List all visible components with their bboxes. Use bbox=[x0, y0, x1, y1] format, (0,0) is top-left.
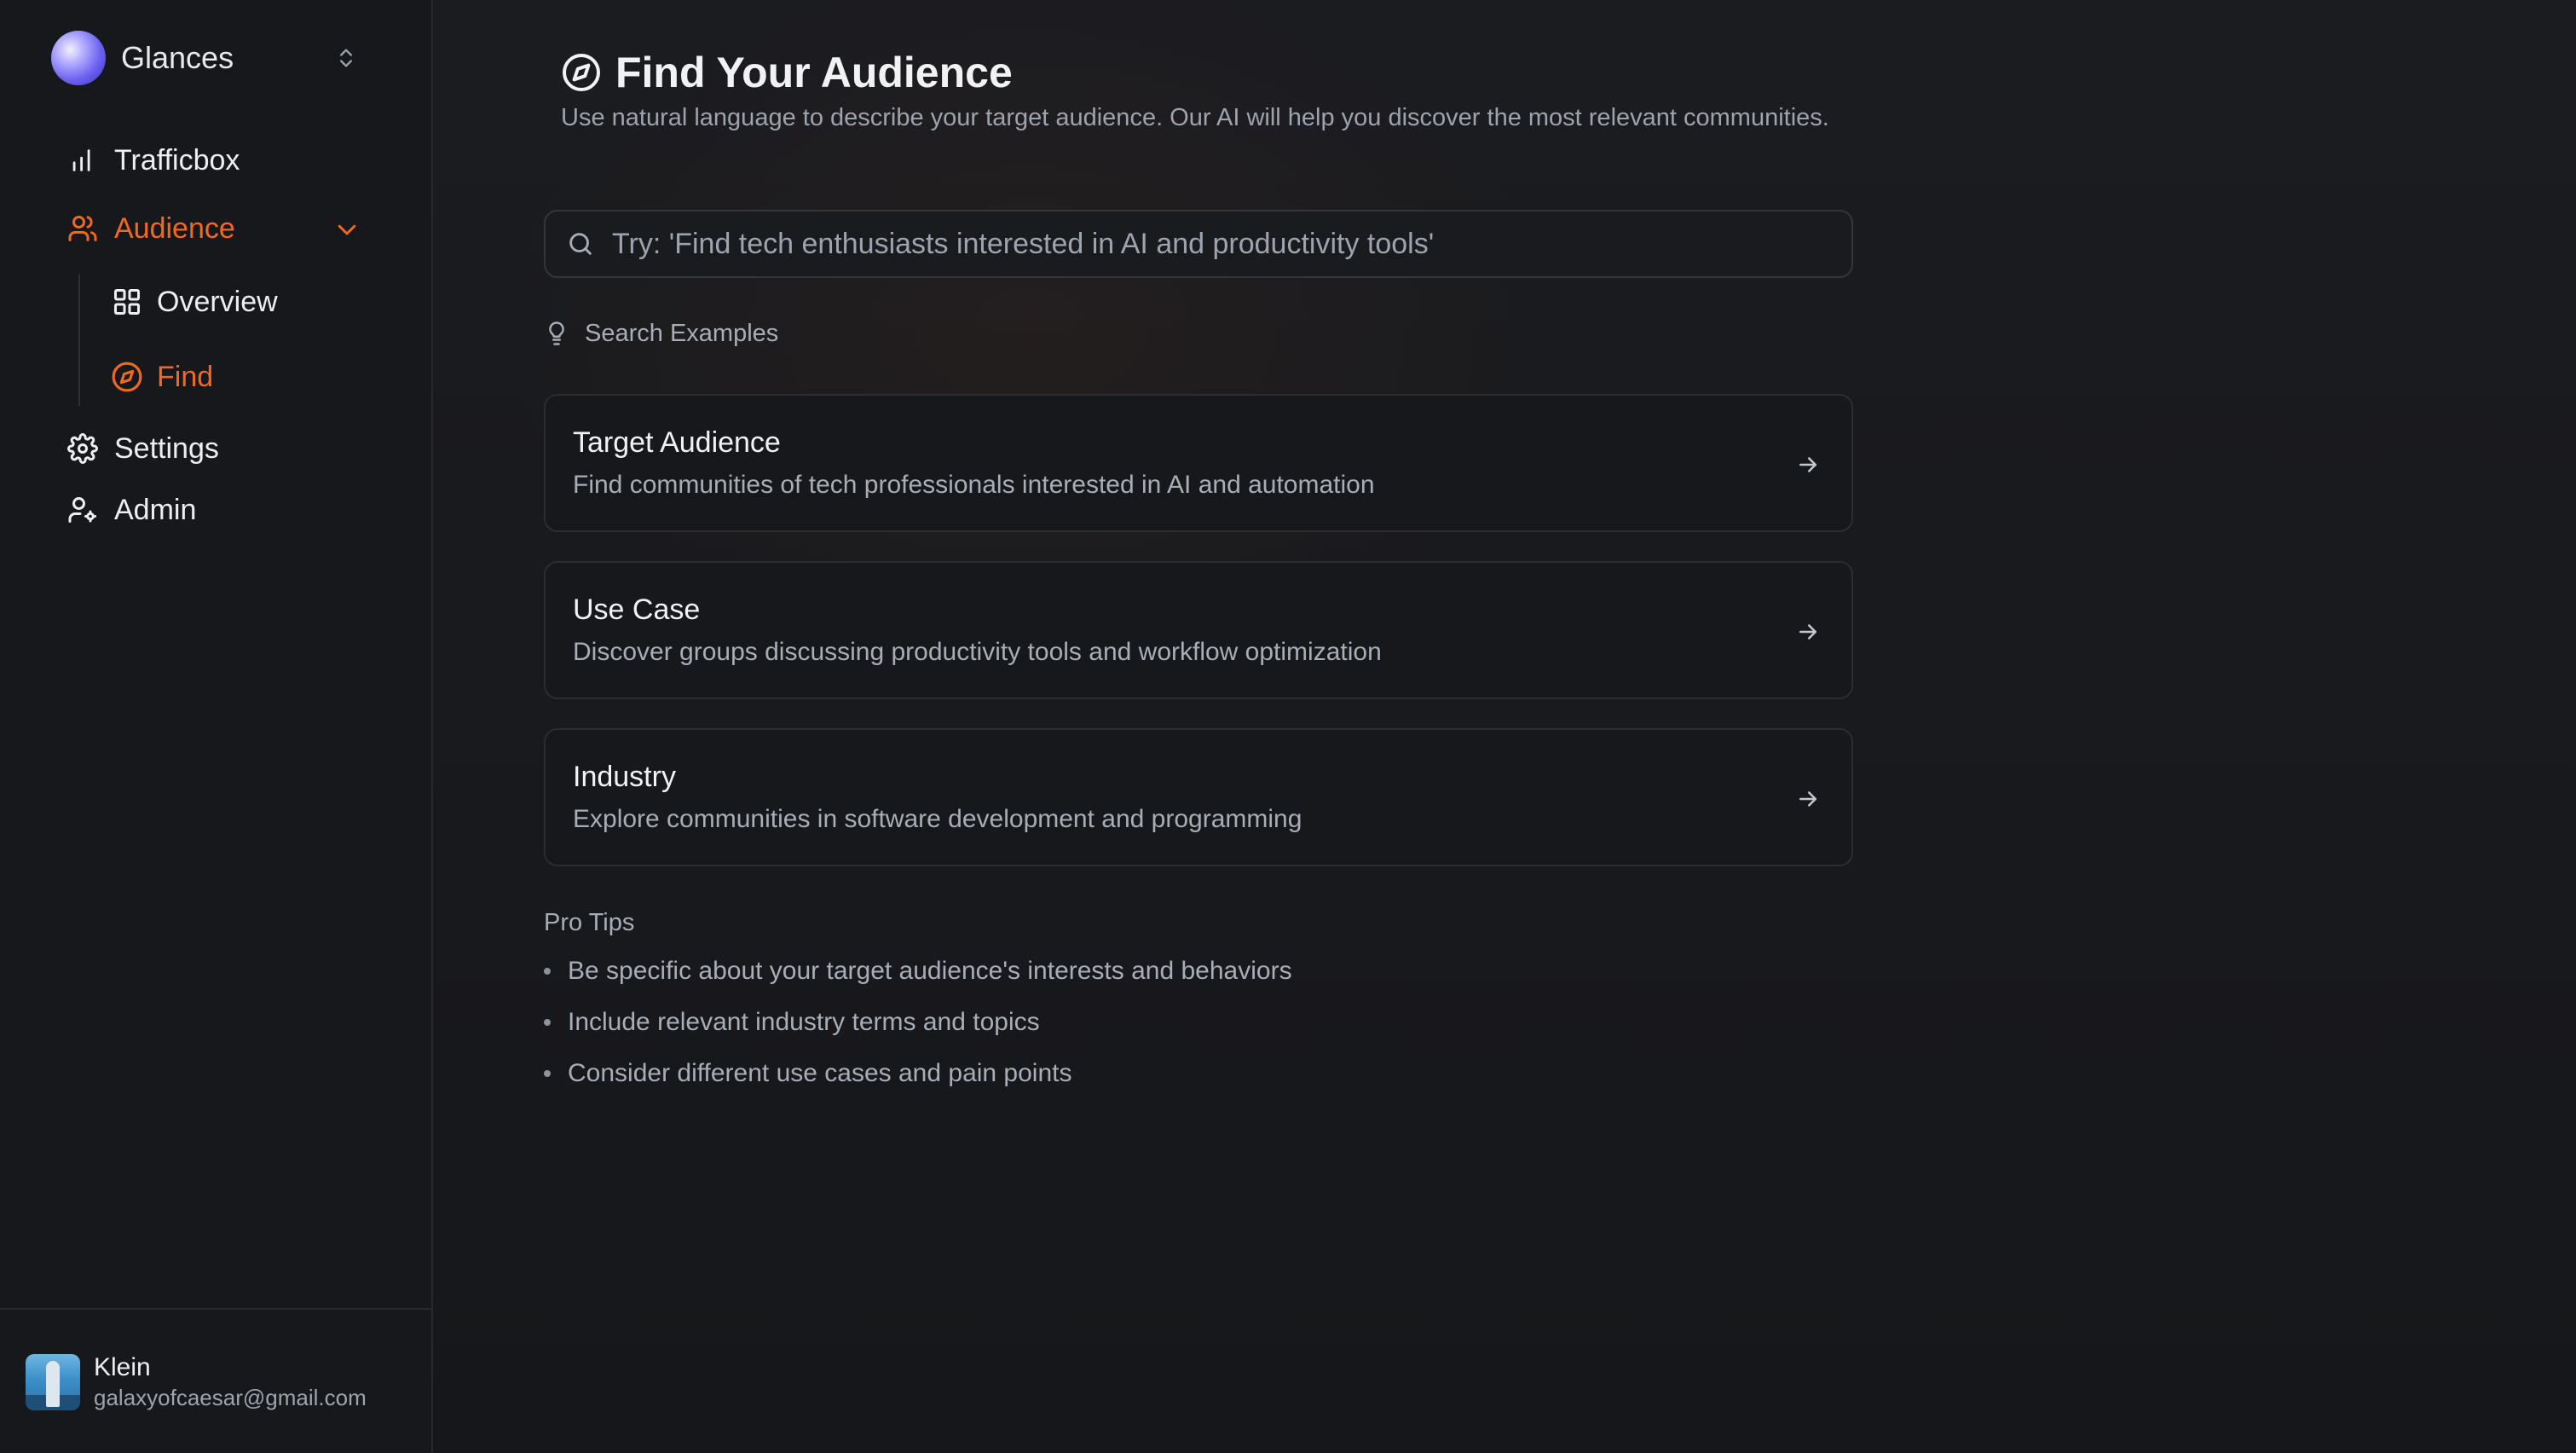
bullet bbox=[544, 968, 551, 975]
example-card-target-audience[interactable]: Target Audience Find communities of tech… bbox=[544, 394, 1853, 532]
example-card-industry[interactable]: Industry Explore communities in software… bbox=[544, 728, 1853, 866]
bullet bbox=[544, 1070, 551, 1077]
arrow-right-icon bbox=[1799, 791, 1816, 807]
submenu-guide-line bbox=[78, 275, 80, 406]
sidebar-item-label: Overview bbox=[157, 285, 278, 318]
sidebar-item-trafficbox[interactable]: Trafficbox bbox=[66, 140, 240, 181]
sidebar-item-admin[interactable]: Admin bbox=[66, 489, 196, 530]
card-description: Find communities of tech professionals i… bbox=[573, 471, 1375, 499]
card-title: Industry bbox=[573, 761, 676, 793]
user-email: galaxyofcaesar@gmail.com bbox=[94, 1385, 367, 1410]
card-title: Use Case bbox=[573, 593, 701, 626]
arrow-right-icon bbox=[1799, 457, 1816, 472]
sidebar-item-label: Find bbox=[157, 360, 214, 393]
tip-text: Consider different use cases and pain po… bbox=[568, 1059, 1072, 1087]
bar-chart-icon bbox=[66, 144, 99, 177]
user-name: Klein bbox=[94, 1353, 151, 1381]
sidebar-item-label: Admin bbox=[114, 493, 197, 526]
bullet bbox=[544, 1019, 551, 1026]
avatar bbox=[26, 1354, 80, 1410]
gear-icon bbox=[66, 432, 99, 465]
chevron-up-down-icon[interactable] bbox=[334, 46, 358, 70]
page-subtitle: Use natural language to describe your ta… bbox=[561, 104, 1829, 131]
users-icon bbox=[66, 212, 99, 245]
sidebar-item-label: Trafficbox bbox=[114, 143, 240, 177]
user-profile[interactable]: Klein galaxyofcaesar@gmail.com bbox=[26, 1352, 367, 1412]
tip-text: Be specific about your target audience's… bbox=[568, 957, 1292, 985]
sidebar-item-label: Audience bbox=[114, 211, 235, 245]
list-item: Consider different use cases and pain po… bbox=[544, 1059, 1072, 1088]
sidebar-item-overview[interactable]: Overview bbox=[111, 281, 278, 322]
sidebar-item-settings[interactable]: Settings bbox=[66, 428, 219, 469]
sidebar-item-audience[interactable]: Audience bbox=[66, 208, 360, 249]
user-cog-icon bbox=[66, 494, 99, 526]
card-description: Explore communities in software developm… bbox=[573, 805, 1302, 833]
workspace-switcher[interactable]: Glances bbox=[51, 31, 358, 85]
compass-icon bbox=[111, 361, 143, 393]
chevron-down-icon[interactable] bbox=[334, 217, 360, 242]
example-card-use-case[interactable]: Use Case Discover groups discussing prod… bbox=[544, 561, 1853, 699]
app-window: Glances Trafficbox Audience Overview Fin… bbox=[0, 0, 2576, 1453]
search-box[interactable] bbox=[544, 210, 1853, 278]
card-title: Target Audience bbox=[573, 426, 781, 459]
main-content: Find Your Audience Use natural language … bbox=[433, 0, 2576, 1453]
page-title: Find Your Audience bbox=[615, 49, 1013, 96]
sidebar: Glances Trafficbox Audience Overview Fin… bbox=[0, 0, 433, 1453]
workspace-name: Glances bbox=[121, 40, 234, 75]
sidebar-item-label: Settings bbox=[114, 431, 219, 465]
grid-icon bbox=[111, 286, 143, 318]
lightbulb-icon bbox=[549, 321, 564, 345]
workspace-logo bbox=[51, 31, 106, 85]
compass-icon bbox=[563, 54, 600, 91]
card-description: Discover groups discussing productivity … bbox=[573, 638, 1382, 666]
pro-tips-title: Pro Tips bbox=[544, 909, 635, 936]
list-item: Include relevant industry terms and topi… bbox=[544, 1008, 1040, 1037]
arrow-right-icon bbox=[1799, 624, 1816, 640]
list-item: Be specific about your target audience's… bbox=[544, 957, 1292, 986]
sidebar-item-find[interactable]: Find bbox=[111, 356, 213, 397]
tip-text: Include relevant industry terms and topi… bbox=[568, 1008, 1040, 1036]
search-icon bbox=[569, 233, 592, 255]
search-examples-label: Search Examples bbox=[544, 319, 778, 348]
divider bbox=[0, 1308, 433, 1310]
page-header: Find Your Audience bbox=[561, 48, 1013, 97]
search-input[interactable] bbox=[612, 227, 1851, 261]
